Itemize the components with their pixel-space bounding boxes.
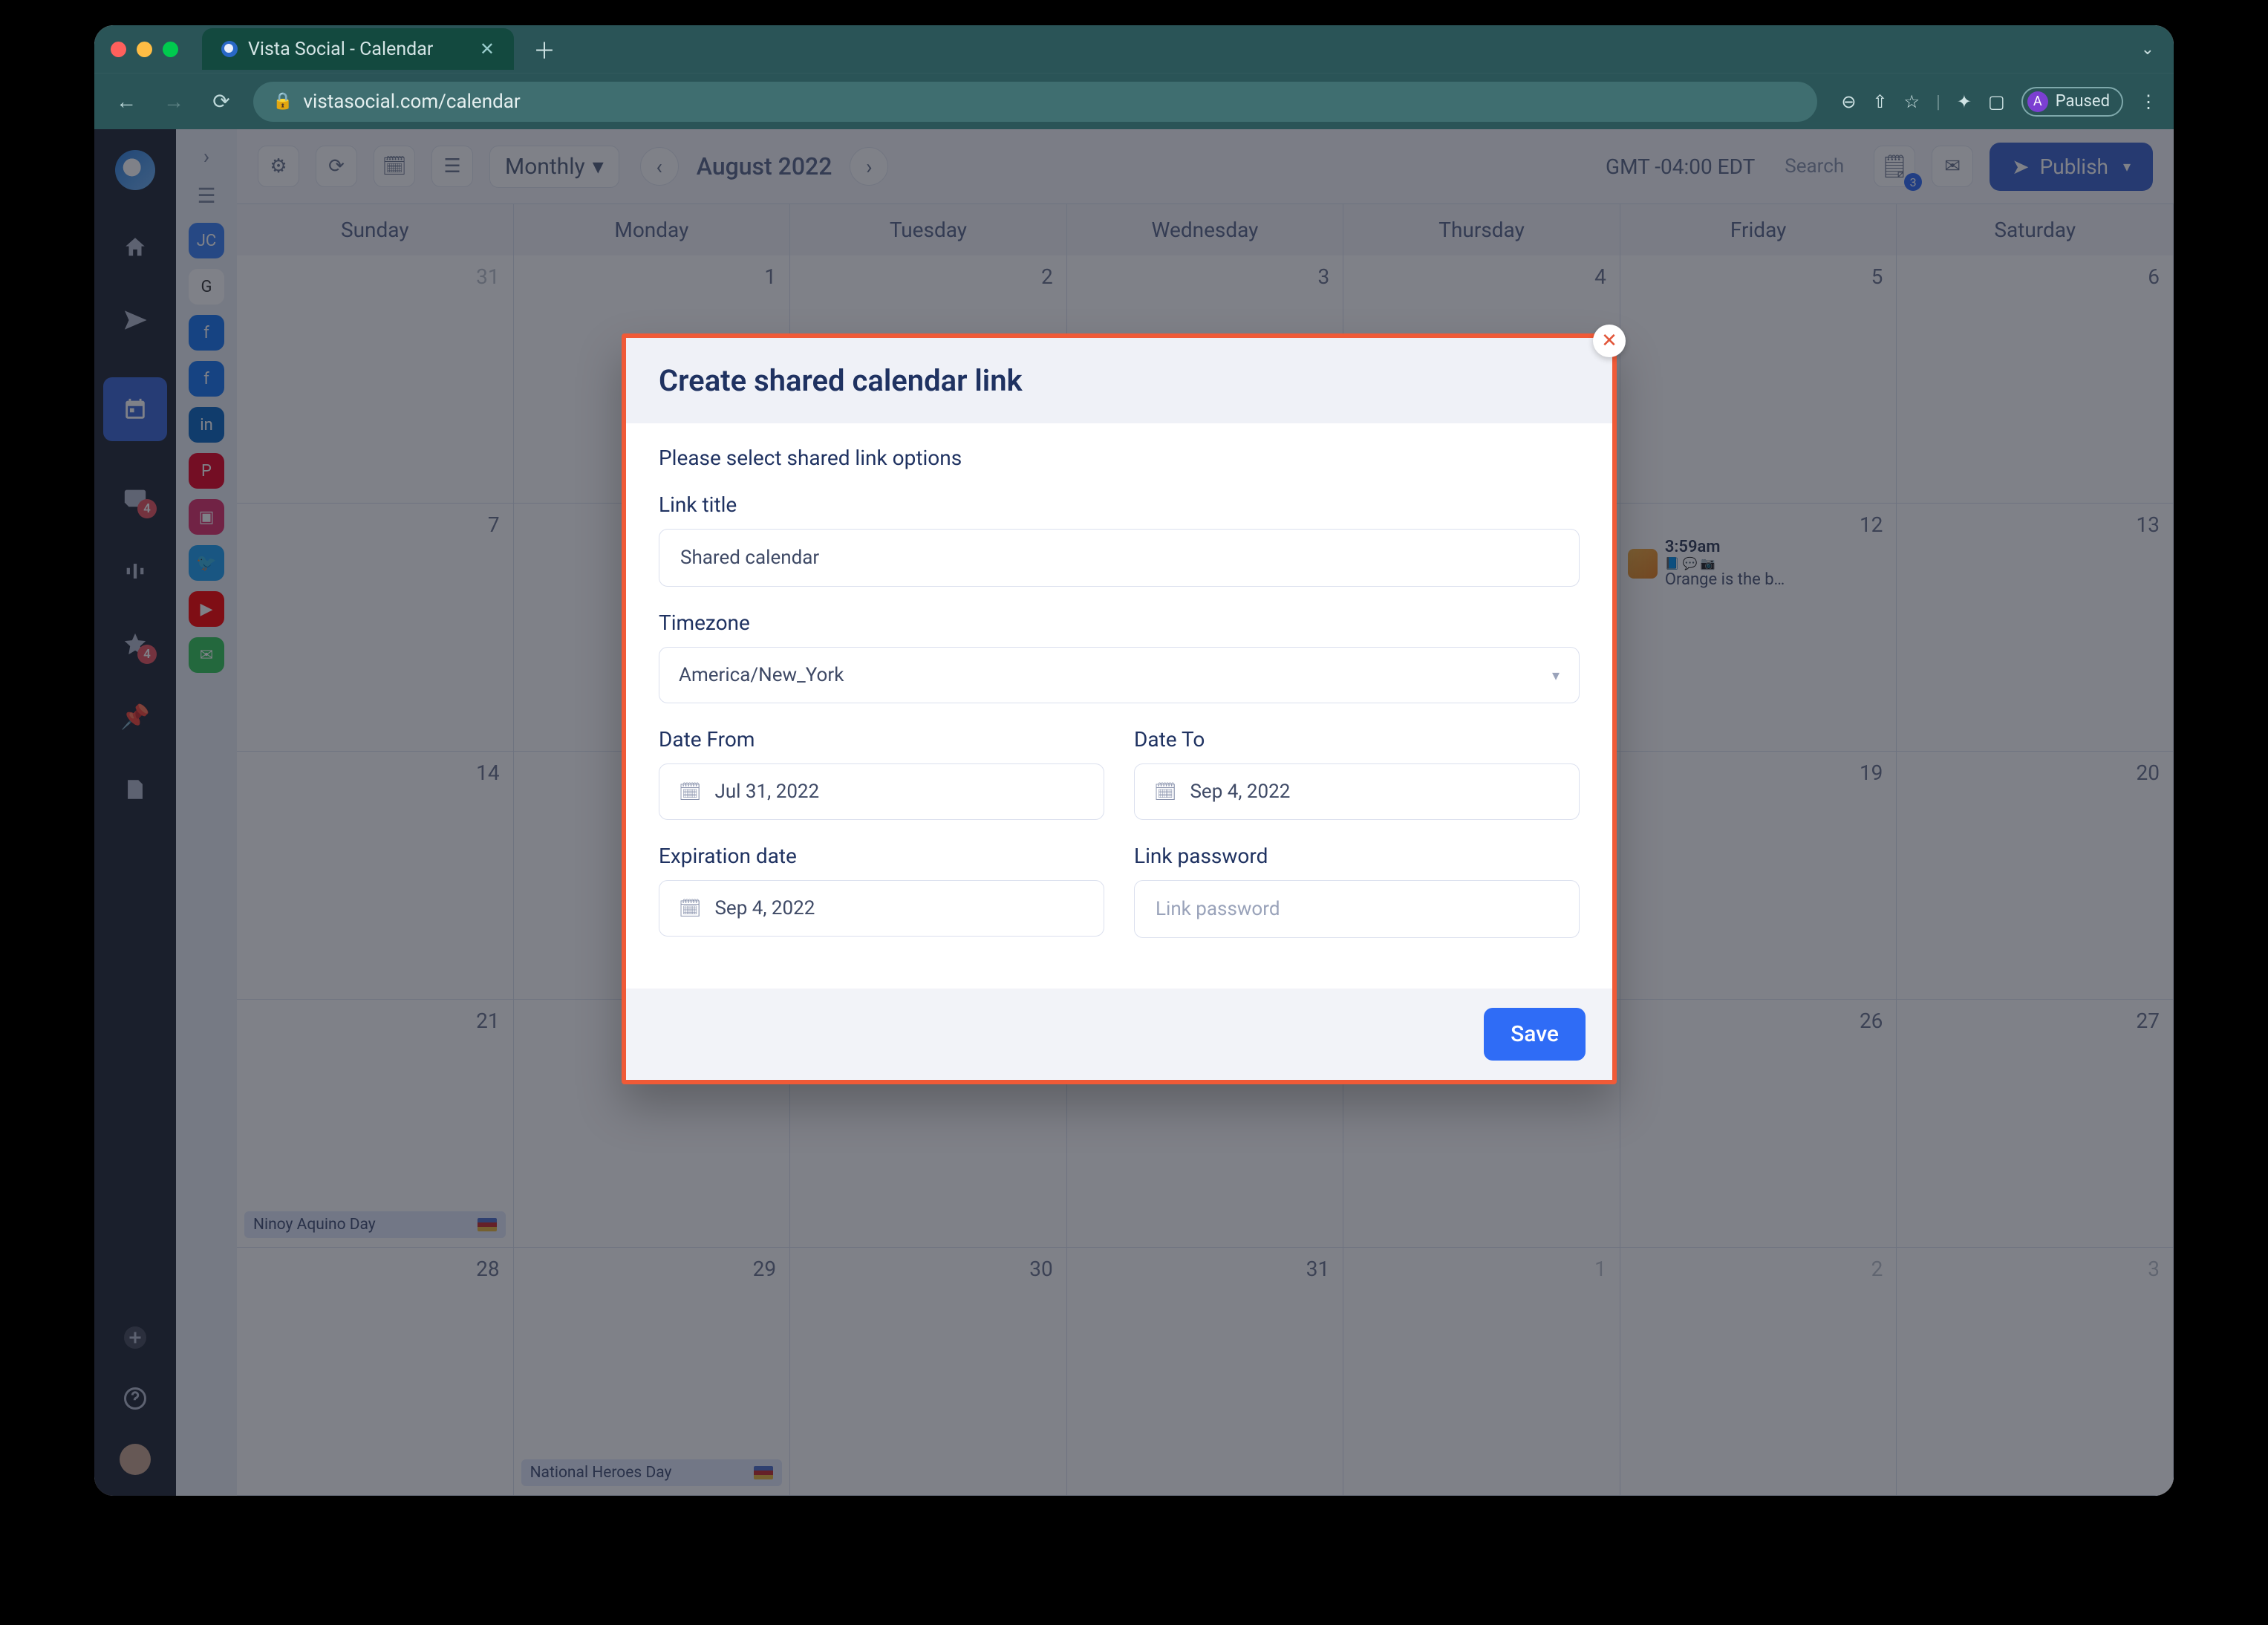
url-bar[interactable]: 🔒 vistasocial.com/calendar — [253, 82, 1817, 122]
profile-avatar-icon: A — [2027, 91, 2048, 112]
link-title-input[interactable] — [659, 529, 1580, 587]
zoom-icon[interactable]: ⊖ — [1841, 91, 1856, 112]
window-controls — [111, 42, 178, 57]
modal-subtitle: Please select shared link options — [659, 446, 1580, 470]
date-from-value: Jul 31, 2022 — [714, 781, 819, 803]
modal-header: Create shared calendar link — [626, 338, 1612, 423]
browser-toolbar: ← → ⟳ 🔒 vistasocial.com/calendar ⊖ ⇧ ☆ |… — [94, 73, 2174, 129]
new-tab-button[interactable]: ＋ — [533, 33, 555, 65]
date-to-value: Sep 4, 2022 — [1190, 781, 1290, 803]
tab-title: Vista Social - Calendar — [248, 39, 433, 60]
tab-close-icon[interactable]: ✕ — [480, 39, 495, 59]
link-title-label: Link title — [659, 492, 1580, 517]
timezone-value: America/New_York — [679, 664, 844, 686]
maximize-window-icon[interactable] — [163, 42, 178, 57]
calendar-icon: 🗓 — [679, 898, 701, 919]
tab-favicon-icon — [221, 41, 238, 57]
expiration-input[interactable]: 🗓 Sep 4, 2022 — [659, 880, 1104, 937]
lock-icon: 🔒 — [273, 92, 293, 111]
url-actions: ⊖ ⇧ ☆ | ✦ ▢ A Paused ⋮ — [1841, 87, 2157, 117]
expiration-value: Sep 4, 2022 — [714, 897, 815, 919]
kebab-menu-icon[interactable]: ⋮ — [2140, 91, 2157, 112]
url-text: vistasocial.com/calendar — [303, 91, 520, 113]
share-icon[interactable]: ⇧ — [1872, 91, 1887, 112]
chevron-down-icon: ▾ — [1552, 666, 1560, 684]
bookmark-icon[interactable]: ☆ — [1904, 91, 1920, 112]
calendar-icon: 🗓 — [1154, 781, 1176, 802]
timezone-field: Timezone America/New_York ▾ — [659, 610, 1580, 703]
minimize-window-icon[interactable] — [137, 42, 152, 57]
sidepanel-icon[interactable]: ▢ — [1988, 91, 2005, 112]
modal-body: Please select shared link options Link t… — [626, 423, 1612, 989]
link-title-input-el[interactable] — [679, 546, 1560, 570]
extensions-icon[interactable]: ✦ — [1957, 91, 1972, 112]
browser-tab[interactable]: Vista Social - Calendar ✕ — [202, 28, 514, 70]
date-from-field: Date From 🗓 Jul 31, 2022 — [659, 727, 1104, 820]
password-field: Link password — [1134, 844, 1580, 938]
password-label: Link password — [1134, 844, 1580, 868]
modal-footer: Save — [626, 989, 1612, 1080]
date-from-input[interactable]: 🗓 Jul 31, 2022 — [659, 763, 1104, 820]
save-button[interactable]: Save — [1484, 1008, 1586, 1061]
calendar-icon: 🗓 — [679, 781, 701, 802]
reload-icon[interactable]: ⟳ — [206, 89, 237, 114]
save-label: Save — [1511, 1021, 1559, 1047]
forward-icon[interactable]: → — [158, 89, 189, 114]
expiration-field: Expiration date 🗓 Sep 4, 2022 — [659, 844, 1104, 938]
date-to-label: Date To — [1134, 727, 1580, 752]
profile-paused-pill[interactable]: A Paused — [2021, 87, 2123, 117]
share-calendar-modal: ✕ Create shared calendar link Please sel… — [622, 333, 1617, 1084]
close-window-icon[interactable] — [111, 42, 126, 57]
password-input[interactable] — [1134, 880, 1580, 938]
password-input-el[interactable] — [1154, 897, 1560, 921]
modal-title: Create shared calendar link — [659, 363, 1580, 398]
timezone-label: Timezone — [659, 610, 1580, 635]
link-title-field: Link title — [659, 492, 1580, 587]
modal-close-button[interactable]: ✕ — [1593, 325, 1626, 357]
browser-chrome: Vista Social - Calendar ✕ ＋ ⌄ ← → ⟳ 🔒 vi… — [94, 25, 2174, 129]
profile-paused-label: Paused — [2056, 92, 2110, 111]
expiration-label: Expiration date — [659, 844, 1104, 868]
date-from-label: Date From — [659, 727, 1104, 752]
timezone-select[interactable]: America/New_York ▾ — [659, 647, 1580, 703]
window-menu-icon[interactable]: ⌄ — [2141, 40, 2154, 59]
date-to-input[interactable]: 🗓 Sep 4, 2022 — [1134, 763, 1580, 820]
date-to-field: Date To 🗓 Sep 4, 2022 — [1134, 727, 1580, 820]
browser-window: Vista Social - Calendar ✕ ＋ ⌄ ← → ⟳ 🔒 vi… — [94, 25, 2174, 1496]
browser-tabstrip: Vista Social - Calendar ✕ ＋ ⌄ — [94, 25, 2174, 73]
back-icon[interactable]: ← — [111, 89, 142, 114]
